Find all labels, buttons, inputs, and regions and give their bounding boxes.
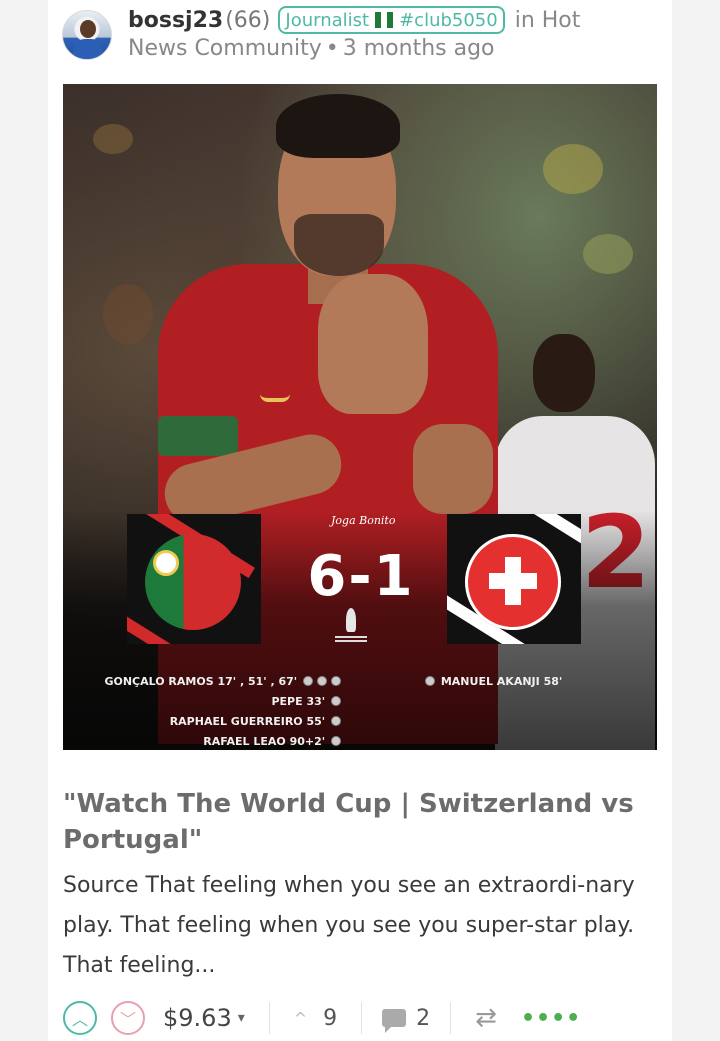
portugal-badge [127,514,261,644]
swiss-cross-icon [505,557,521,605]
player-hair [276,94,400,158]
player-arm [413,424,493,514]
nigeria-flag-icon [375,12,394,28]
crowd-blur [93,124,133,154]
author-badge[interactable]: Journalist #club5050 [278,6,505,34]
swiss-player-head [533,334,595,412]
community-prefix: in Hot [514,7,581,33]
vote-count: 9 [323,1005,338,1031]
post-meta-line1: bossj23 (66) Journalist #club5050 in Hot [128,4,580,36]
crowd-blur [543,144,603,194]
author-reputation: (66) [225,7,271,33]
reblog-icon: ⇄ [475,1003,497,1033]
post-actions: ︿ ﹀ $9.63 ▾ ^ 9 2 ⇄ •••• [63,998,657,1038]
upvote-button[interactable]: ︿ [63,1001,97,1035]
world-cup-trophy-icon [346,608,356,632]
chevron-up-icon: ^ [293,1008,308,1028]
scorer-line: RAFAEL LEAO 90+2' [83,732,343,750]
avatar-shirt [73,39,103,59]
meta-separator: • [325,36,339,61]
captain-armband [158,416,238,456]
post-meta-line2: News Community • 3 months ago [128,36,495,61]
player-beard [294,214,384,276]
match-score: 6-1 [307,544,415,609]
community-link[interactable]: News Community [128,36,322,61]
ball-icon [425,676,435,686]
payout-value: $9.63 [163,1004,232,1032]
crowd-blur [583,234,633,274]
avatar-head [80,20,96,38]
post-age: 3 months ago [342,36,495,61]
badge-tag: #club5050 [399,9,498,31]
voters-button[interactable]: ^ 9 [270,1006,361,1031]
scorer-line: PEPE 33' [83,692,343,712]
more-options-button[interactable]: •••• [521,1006,581,1031]
post-image[interactable]: 2 Joga Bonito 6-1 GONÇALO RAMOS 17' , 51… [63,84,657,750]
comment-bubble-icon [382,1009,407,1033]
tournament-logo-icon [335,636,367,646]
brand-swoosh [260,394,290,402]
portugal-flag-icon [145,534,241,630]
downvote-button[interactable]: ﹀ [111,1001,145,1035]
post-excerpt[interactable]: Source That feeling when you see an extr… [63,866,643,986]
author-username[interactable]: bossj23 [128,8,223,33]
brand-logo: Joga Bonito [331,514,396,527]
portugal-emblem-icon [153,550,179,576]
player-hands [318,274,428,414]
chevron-down-icon: ﹀ [119,1010,136,1029]
payout-dropdown[interactable]: $9.63 ▾ [163,1004,245,1032]
crowd-blur [103,284,153,344]
caret-down-icon: ▾ [237,1010,245,1026]
scorer-line: MANUEL AKANJI 58' [440,675,563,688]
comment-count: 2 [416,1005,431,1031]
post-title[interactable]: "Watch The World Cup | Switzerland vs Po… [63,786,657,858]
chevron-up-icon: ︿ [71,1010,88,1029]
switzerland-scorers: MANUEL AKANJI 58' [423,672,562,692]
comments-button[interactable]: 2 [362,1005,450,1033]
badge-label: Journalist [285,9,370,31]
author-avatar[interactable] [62,10,112,60]
portugal-scorers: GONÇALO RAMOS 17' , 51' , 67' PEPE 33' R… [83,672,343,750]
scorer-line: RAPHAEL GUERREIRO 55' [83,712,343,732]
scorer-line: GONÇALO RAMOS 17' , 51' , 67' [83,672,343,692]
more-dots-icon: •••• [520,1005,582,1031]
reblog-button[interactable]: ⇄ [451,1003,521,1033]
switzerland-badge [447,514,581,644]
